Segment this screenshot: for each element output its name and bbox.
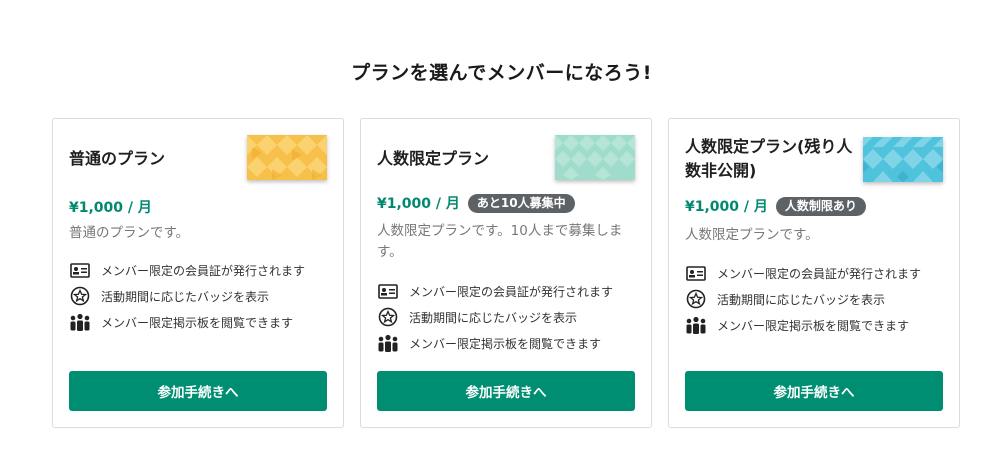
- join-button[interactable]: 参加手続きへ: [377, 371, 635, 411]
- feature-item: 活動期間に応じたバッジを表示: [685, 286, 921, 312]
- badge-icon: [685, 289, 707, 309]
- price-row: ¥1,000 / 月 あと10人募集中: [377, 193, 575, 213]
- plan-name: 人数限定プラン: [377, 149, 490, 168]
- feature-list: メンバー限定の会員証が発行されます 活動期間に応じたバッジを表示 メンバー限定掲…: [685, 260, 921, 338]
- plan-card-limited-hidden: 人数限定プラン(残り人数非公開) ¥1,000 / 月 人数制限あり 人数限定プ…: [668, 118, 960, 428]
- people-icon: [69, 312, 91, 332]
- plan-card-standard: 普通のプラン ¥1,000 / 月 普通のプランです。 メンバー限定の会員証が発…: [52, 118, 344, 428]
- badge-icon: [69, 286, 91, 306]
- feature-item: メンバー限定掲示板を閲覧できます: [377, 330, 613, 356]
- id-card-icon: [685, 263, 707, 283]
- plan-name: 普通のプラン: [69, 149, 166, 168]
- price-row: ¥1,000 / 月 人数制限あり: [685, 196, 866, 216]
- feature-list: メンバー限定の会員証が発行されます 活動期間に応じたバッジを表示 メンバー限定掲…: [377, 278, 613, 356]
- feature-text: 活動期間に応じたバッジを表示: [409, 310, 578, 325]
- plan-price: ¥1,000 / 月: [377, 196, 460, 212]
- feature-text: 活動期間に応じたバッジを表示: [101, 289, 270, 304]
- plan-description: 普通のプランです。: [69, 225, 190, 241]
- page-title: プランを選んでメンバーになろう!: [351, 62, 652, 84]
- status-badge: 人数制限あり: [775, 196, 866, 216]
- feature-text: メンバー限定掲示板を閲覧できます: [409, 336, 602, 351]
- plan-thumbnail-pattern: [247, 135, 327, 180]
- feature-item: メンバー限定の会員証が発行されます: [685, 260, 921, 286]
- plan-price: ¥1,000 / 月: [69, 200, 152, 216]
- feature-text: メンバー限定掲示板を閲覧できます: [717, 318, 910, 333]
- price-row: ¥1,000 / 月: [69, 197, 152, 217]
- plan-thumbnail-pattern: [863, 137, 943, 182]
- badge-icon: [377, 307, 399, 327]
- plan-price: ¥1,000 / 月: [685, 199, 768, 215]
- plan-name: 人数限定プラン(残り人数非公開): [685, 137, 853, 180]
- plan-thumbnail-pattern: [555, 135, 635, 180]
- feature-item: 活動期間に応じたバッジを表示: [69, 283, 305, 309]
- plan-thumbnail: [247, 135, 327, 180]
- feature-text: メンバー限定の会員証が発行されます: [717, 266, 922, 281]
- feature-list: メンバー限定の会員証が発行されます 活動期間に応じたバッジを表示 メンバー限定掲…: [69, 257, 305, 335]
- join-button[interactable]: 参加手続きへ: [685, 371, 943, 411]
- id-card-icon: [377, 281, 399, 301]
- feature-item: メンバー限定の会員証が発行されます: [69, 257, 305, 283]
- plan-description: 人数限定プランです。10人まで募集します。: [377, 223, 623, 260]
- people-icon: [685, 315, 707, 335]
- join-button[interactable]: 参加手続きへ: [69, 371, 327, 411]
- feature-text: 活動期間に応じたバッジを表示: [717, 292, 886, 307]
- plan-thumbnail: [863, 137, 943, 182]
- plan-card-limited: 人数限定プラン ¥1,000 / 月 あと10人募集中 人数限定プランです。10…: [360, 118, 652, 428]
- id-card-icon: [69, 260, 91, 280]
- feature-item: 活動期間に応じたバッジを表示: [377, 304, 613, 330]
- plan-description: 人数限定プランです。: [685, 227, 819, 243]
- feature-text: メンバー限定の会員証が発行されます: [101, 263, 306, 278]
- feature-text: メンバー限定の会員証が発行されます: [409, 284, 614, 299]
- feature-item: メンバー限定の会員証が発行されます: [377, 278, 613, 304]
- feature-text: メンバー限定掲示板を閲覧できます: [101, 315, 294, 330]
- feature-item: メンバー限定掲示板を閲覧できます: [69, 309, 305, 335]
- feature-item: メンバー限定掲示板を閲覧できます: [685, 312, 921, 338]
- people-icon: [377, 333, 399, 353]
- plan-selection-page: プランを選んでメンバーになろう! 普通のプラン ¥1,000 / 月 普通のプラ…: [0, 0, 1003, 464]
- status-badge: あと10人募集中: [467, 193, 575, 213]
- plan-thumbnail: [555, 135, 635, 180]
